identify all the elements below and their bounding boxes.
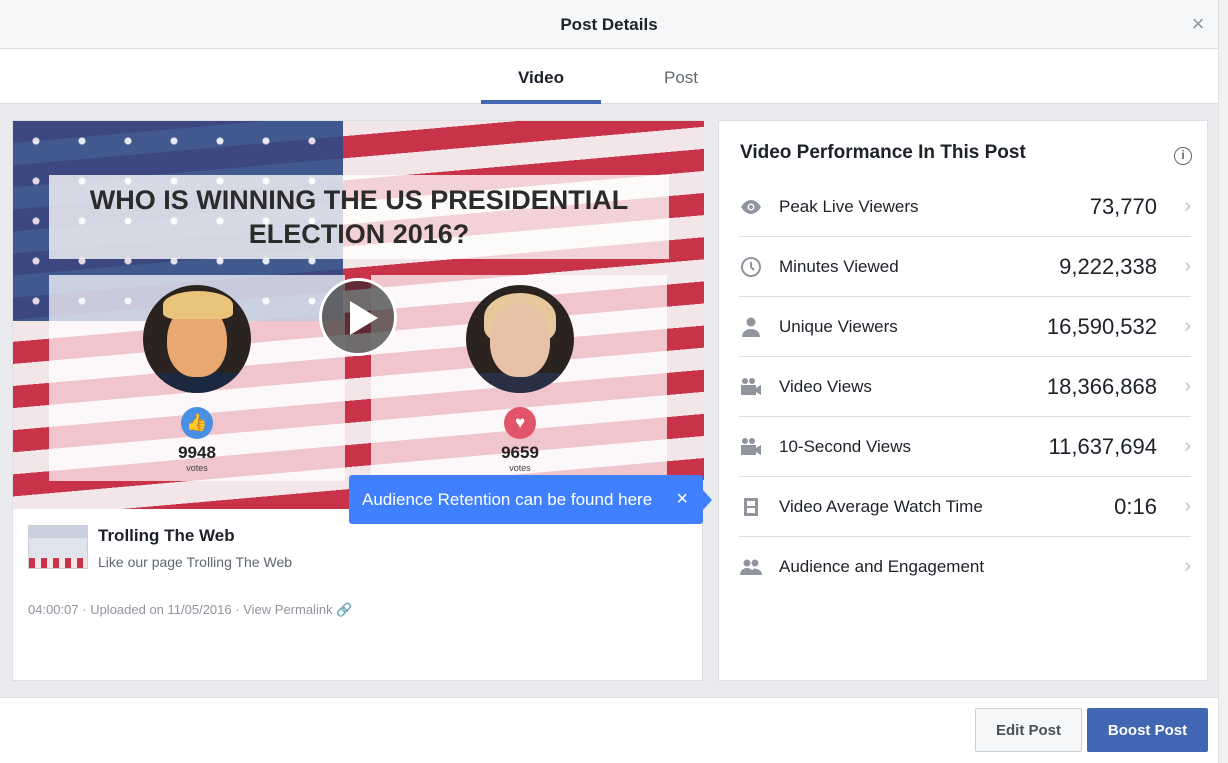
chevron-right-icon: › bbox=[1184, 555, 1191, 577]
chevron-right-icon: › bbox=[1184, 315, 1191, 337]
close-icon[interactable]: × bbox=[676, 489, 688, 509]
people-icon bbox=[740, 559, 762, 575]
chevron-right-icon: › bbox=[1184, 255, 1191, 277]
person-icon bbox=[742, 317, 760, 337]
dialog-footer: Edit Post Boost Post bbox=[0, 697, 1218, 763]
video-camera-icon bbox=[741, 378, 761, 395]
metric-label: Video Views bbox=[779, 377, 872, 396]
metric-value: 16,590,532 bbox=[1046, 314, 1157, 339]
metric-label: Video Average Watch Time bbox=[779, 497, 983, 516]
info-icon[interactable]: i bbox=[1174, 147, 1192, 165]
metric-value: 9,222,338 bbox=[1059, 254, 1157, 279]
upload-date: Uploaded on 11/05/2016 bbox=[90, 602, 232, 617]
boost-post-button[interactable]: Boost Post bbox=[1087, 708, 1208, 752]
metric-unique-viewers[interactable]: Unique Viewers 16,590,532 › bbox=[739, 297, 1191, 357]
permalink-link[interactable]: View Permalink bbox=[243, 602, 332, 617]
page-name[interactable]: Trolling The Web bbox=[98, 526, 235, 546]
metric-label: Peak Live Viewers bbox=[779, 197, 919, 216]
video-camera-icon bbox=[741, 438, 761, 455]
tab-bar: Video Post bbox=[0, 49, 1218, 104]
video-duration: 04:00:07 bbox=[28, 602, 79, 617]
metric-value: 73,770 bbox=[1089, 194, 1157, 219]
video-player[interactable]: WHO IS WINNING THE US PRESIDENTIAL ELECT… bbox=[13, 121, 704, 509]
performance-title: Video Performance In This Post bbox=[740, 142, 1026, 163]
dialog-body: WHO IS WINNING THE US PRESIDENTIAL ELECT… bbox=[0, 104, 1218, 697]
metric-value: 0:16 bbox=[1114, 494, 1157, 519]
heart-icon: ♥ bbox=[504, 407, 536, 439]
chevron-right-icon: › bbox=[1184, 495, 1191, 517]
left-votes-label: votes bbox=[186, 463, 208, 473]
metric-average-watch-time[interactable]: Video Average Watch Time 0:16 › bbox=[739, 477, 1191, 537]
banner-line-1: WHO IS WINNING THE US PRESIDENTIAL bbox=[89, 185, 629, 215]
chevron-right-icon: › bbox=[1184, 435, 1191, 457]
link-icon: 🔗 bbox=[336, 602, 353, 617]
metric-10-second-views[interactable]: 10-Second Views 11,637,694 › bbox=[739, 417, 1191, 477]
thumbs-up-icon: 👍 bbox=[181, 407, 213, 439]
performance-card: Video Performance In This Post i Peak Li… bbox=[718, 120, 1208, 681]
chevron-right-icon: › bbox=[1184, 195, 1191, 217]
post-thumbnail[interactable] bbox=[28, 525, 88, 569]
metric-value: 18,366,868 bbox=[1046, 374, 1157, 399]
play-button[interactable] bbox=[319, 278, 397, 356]
metric-label: Unique Viewers bbox=[779, 317, 898, 336]
metric-value: 11,637,694 bbox=[1048, 434, 1157, 459]
metric-peak-live-viewers[interactable]: Peak Live Viewers 73,770 › bbox=[739, 177, 1191, 237]
tab-post[interactable]: Post bbox=[621, 49, 741, 104]
film-icon bbox=[744, 498, 758, 516]
tooltip-text: Audience Retention can be found here bbox=[362, 490, 653, 509]
metric-audience-engagement[interactable]: Audience and Engagement › bbox=[739, 537, 1191, 597]
metric-minutes-viewed[interactable]: Minutes Viewed 9,222,338 › bbox=[739, 237, 1191, 297]
video-banner: WHO IS WINNING THE US PRESIDENTIAL ELECT… bbox=[49, 175, 669, 259]
left-votes: 9948 bbox=[178, 443, 216, 462]
banner-line-2: ELECTION 2016? bbox=[248, 219, 470, 249]
right-votes-label: votes bbox=[509, 463, 531, 473]
right-votes: 9659 bbox=[501, 443, 539, 462]
candidate-left-avatar bbox=[143, 285, 251, 393]
metric-label: 10-Second Views bbox=[779, 437, 911, 456]
video-card: WHO IS WINNING THE US PRESIDENTIAL ELECT… bbox=[12, 120, 704, 681]
candidate-right-avatar bbox=[466, 285, 574, 393]
post-meta: 04:00:07 · Uploaded on 11/05/2016 · View… bbox=[28, 602, 353, 617]
chevron-right-icon: › bbox=[1184, 375, 1191, 397]
dialog-header: Post Details × bbox=[0, 0, 1218, 49]
dialog-title: Post Details bbox=[560, 15, 658, 34]
metric-label: Minutes Viewed bbox=[779, 257, 899, 276]
eye-icon bbox=[741, 200, 761, 214]
scrollbar[interactable] bbox=[1218, 0, 1228, 763]
edit-post-button[interactable]: Edit Post bbox=[975, 708, 1082, 752]
audience-retention-tooltip: Audience Retention can be found here × bbox=[349, 475, 712, 524]
metric-video-views[interactable]: Video Views 18,366,868 › bbox=[739, 357, 1191, 417]
clock-icon bbox=[741, 257, 761, 277]
close-icon[interactable]: × bbox=[1188, 13, 1208, 35]
tab-video[interactable]: Video bbox=[481, 49, 601, 104]
post-description: Like our page Trolling The Web bbox=[98, 554, 293, 570]
metric-label: Audience and Engagement bbox=[779, 557, 985, 576]
